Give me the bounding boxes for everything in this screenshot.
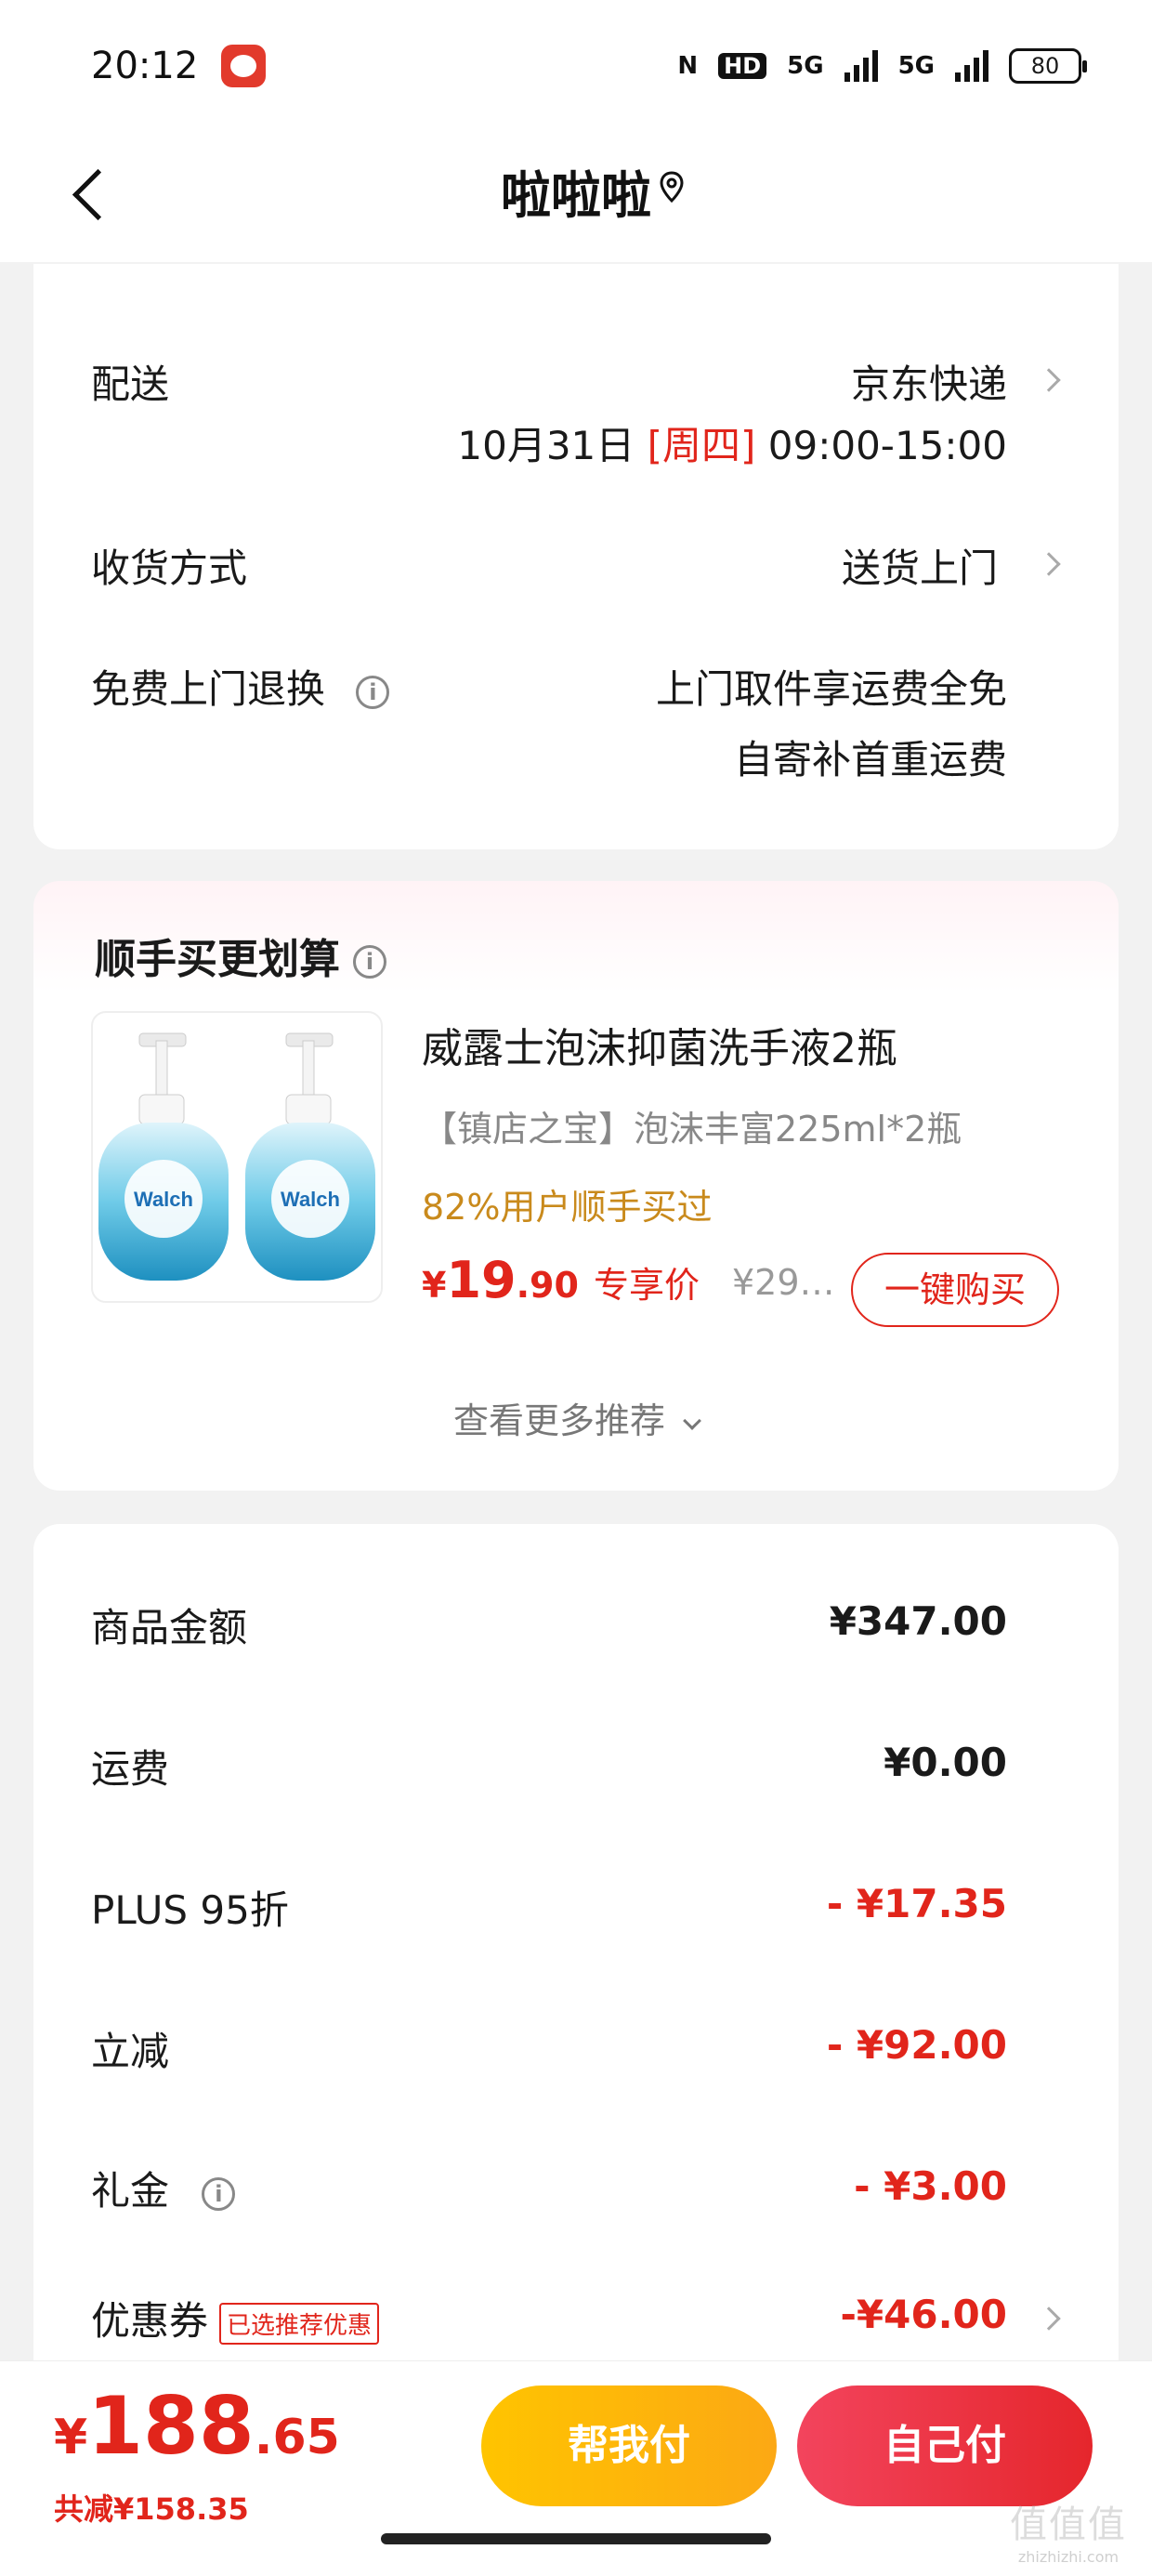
summary-label: 运费 [91, 1746, 170, 1792]
summary-label: 立减 [91, 2029, 170, 2074]
info-icon[interactable]: i [353, 945, 386, 979]
status-time: 20:12 [91, 45, 199, 87]
coupon-row[interactable]: 优惠券 已选推荐优惠 [91, 2290, 380, 2346]
summary-label: 优惠券 [91, 2298, 209, 2344]
shipping-label: 配送 [91, 361, 170, 407]
app-notification-icon [221, 45, 266, 87]
chevron-down-icon [683, 1412, 701, 1430]
info-icon[interactable]: i [202, 2176, 236, 2211]
gift-money-row: 礼金 i [91, 2160, 236, 2216]
receive-label: 收货方式 [91, 545, 248, 591]
one-click-buy-button[interactable]: 一键购买 [851, 1253, 1059, 1327]
summary-value: ¥347.00 [829, 1598, 1007, 1644]
recommend-title: 顺手买更划算 [95, 936, 340, 983]
price-label: 专享价 [593, 1265, 700, 1306]
return-label: 免费上门退换 [91, 666, 326, 712]
summary-value: - ¥3.00 [854, 2163, 1007, 2209]
recommend-title-row: 顺手买更划算 i [95, 926, 386, 985]
self-pay-button[interactable]: 自己付 [797, 2385, 1093, 2506]
home-indicator[interactable] [381, 2533, 771, 2544]
location-pin-icon[interactable] [658, 167, 686, 216]
chevron-right-icon[interactable] [1037, 552, 1061, 576]
network-label-2: 5G [897, 52, 935, 80]
battery-icon: 80 [1009, 48, 1087, 84]
shipping-value[interactable]: 京东快递 [851, 353, 1007, 410]
recommend-card: 顺手买更划算 i Walch Walch 威露士泡沫抑菌洗手液2瓶 【镇店之宝】… [33, 881, 1119, 1491]
receive-value[interactable]: 送货上门 [842, 537, 998, 594]
product-name[interactable]: 威露士泡沫抑菌洗手液2瓶 [422, 1015, 897, 1074]
return-label-row: 免费上门退换 i [91, 658, 390, 715]
total-saved: 共减¥158.35 [54, 2491, 249, 2527]
price-currency: ¥ [422, 1265, 447, 1306]
signal-icon [844, 50, 878, 82]
return-line2: 自寄补首重运费 [733, 737, 1007, 782]
page-title: 啦啦啦 [501, 166, 651, 225]
delivery-date: 10月31日 [457, 423, 635, 468]
brand-logo-text: Walch [134, 1188, 193, 1211]
chevron-right-icon[interactable] [1037, 368, 1061, 392]
chevron-right-icon[interactable] [1037, 2307, 1061, 2331]
info-icon[interactable]: i [356, 675, 390, 709]
summary-value: ¥0.00 [884, 1740, 1007, 1785]
watermark: 值值值 zhizhizhi.com [994, 2494, 1143, 2566]
delivery-weekday: [周四] [647, 423, 756, 468]
total-currency: ¥ [54, 2410, 88, 2465]
total-decimal: .65 [254, 2410, 340, 2465]
original-price: ¥29… [732, 1262, 835, 1303]
delivery-card: 配送 京东快递 10月31日 [周四] 09:00-15:00 收货方式 送货上… [33, 264, 1119, 849]
product-price: ¥19.90 专享价 [422, 1251, 700, 1309]
soap-bottles-image: Walch Walch [98, 1032, 375, 1281]
summary-label: 礼金 [91, 2168, 170, 2214]
nfc-icon: N [677, 52, 699, 80]
more-recommendations-label: 查看更多推荐 [452, 1400, 665, 1441]
price-summary-card: 商品金额 ¥347.00 运费 ¥0.00 PLUS 95折 - ¥17.35 … [33, 1524, 1119, 2453]
coupon-value[interactable]: -¥46.00 [840, 2292, 1007, 2337]
summary-value: - ¥92.00 [826, 2022, 1007, 2068]
watermark-url: zhizhizhi.com [1017, 2548, 1119, 2566]
more-recommendations-link[interactable]: 查看更多推荐 [33, 1392, 1119, 1443]
summary-value: - ¥17.35 [826, 1881, 1007, 1926]
hd-icon: HD [718, 53, 767, 79]
coupon-tag: 已选推荐优惠 [219, 2303, 380, 2345]
signal-icon-2 [955, 50, 988, 82]
return-line1: 上门取件享运费全免 [655, 666, 1007, 712]
nav-bar: 啦啦啦 [0, 139, 1152, 262]
summary-label: PLUS 95折 [91, 1887, 289, 1933]
summary-label: 商品金额 [91, 1605, 248, 1650]
total-integer: 188 [87, 2380, 255, 2473]
network-label: 5G [787, 52, 824, 80]
total-price: ¥188.65 [54, 2380, 340, 2473]
product-desc: 【镇店之宝】泡沫丰富225ml*2瓶 [422, 1109, 962, 1150]
product-social-proof: 82%用户顺手买过 [422, 1187, 713, 1228]
status-bar: 20:12 N HD 5G 5G 80 [0, 0, 1152, 139]
watermark-glyphs: 值值值 [1010, 2504, 1127, 2546]
price-decimal: .90 [516, 1265, 579, 1306]
product-image[interactable]: Walch Walch [91, 1011, 383, 1303]
help-pay-button[interactable]: 帮我付 [481, 2385, 777, 2506]
brand-logo-text: Walch [281, 1188, 340, 1211]
delivery-time[interactable]: 10月31日 [周四] 09:00-15:00 [457, 414, 1007, 471]
status-icons: N HD 5G 5G 80 [677, 48, 1087, 84]
delivery-window: 09:00-15:00 [767, 423, 1007, 468]
price-integer: 19 [446, 1251, 517, 1309]
